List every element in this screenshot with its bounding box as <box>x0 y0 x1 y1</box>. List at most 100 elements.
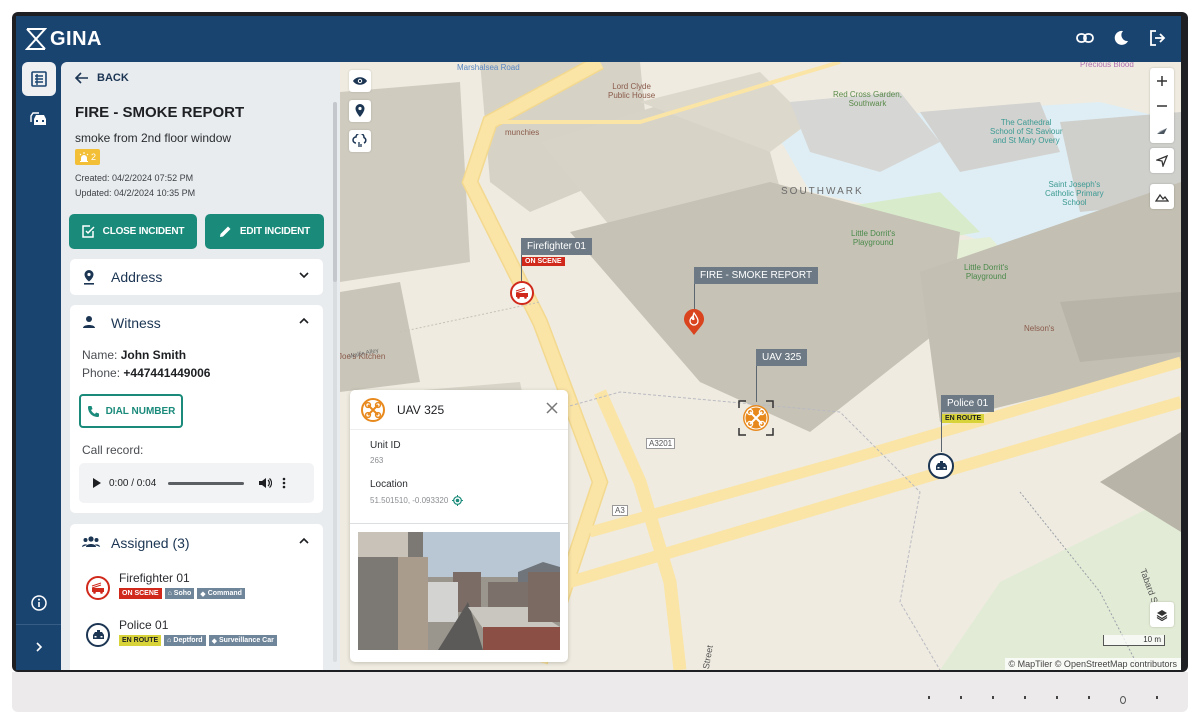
close-icon[interactable] <box>546 402 558 414</box>
volume-icon[interactable] <box>259 477 273 489</box>
unit-name: Firefighter 01 <box>119 571 190 585</box>
back-button[interactable]: BACK <box>75 72 129 84</box>
map-weather-button[interactable] <box>349 130 371 152</box>
rail-incidents-button[interactable] <box>22 62 56 96</box>
assigned-card-header[interactable]: Assigned (3) <box>70 525 323 561</box>
incident-marker-label: FIRE - SMOKE REPORT <box>694 267 819 284</box>
address-card: Address <box>70 259 323 295</box>
role-tag: ◆ Surveillance Car <box>208 635 277 646</box>
police-car-icon <box>86 623 110 647</box>
side-rail <box>16 62 61 670</box>
unit-id-label: Unit ID <box>370 440 401 451</box>
map-attribution[interactable]: © MapTiler © OpenStreetMap contributors <box>1004 658 1181 670</box>
address-card-header[interactable]: Address <box>70 259 323 295</box>
monitor-button <box>928 696 930 699</box>
arrow-left-icon <box>75 72 88 84</box>
dark-mode-icon[interactable] <box>1111 28 1131 48</box>
play-icon[interactable] <box>93 478 101 488</box>
status-badge: ON SCENE <box>119 588 162 599</box>
police-marker-label: Police 01 <box>941 395 995 412</box>
map-scale: 10 m <box>1103 635 1165 646</box>
poi-label: Nelson's <box>1024 324 1055 333</box>
poi-label: Precious Blood <box>1080 62 1134 69</box>
rail-divider <box>16 624 61 625</box>
police-car-icon <box>935 460 947 470</box>
witness-name: John Smith <box>120 348 187 362</box>
location-row: 51.501510, -0.093320 <box>370 495 464 506</box>
station-name: Soho <box>173 590 192 597</box>
incident-map-marker[interactable] <box>683 308 705 341</box>
popup-header: UAV 325 <box>350 390 568 430</box>
uav-camera-feed[interactable] <box>358 532 560 650</box>
firefighter-marker-status: ON SCENE <box>522 257 565 266</box>
compass-button[interactable] <box>1150 118 1174 143</box>
road-shield: A3201 <box>646 438 676 450</box>
unit-name: Police 01 <box>119 618 169 632</box>
locate-target-icon[interactable] <box>452 495 464 506</box>
popup-title: UAV 325 <box>397 403 445 417</box>
map-location-button[interactable] <box>349 100 371 122</box>
chevron-up-icon <box>299 317 309 324</box>
home-icon: ⌂ <box>167 590 172 597</box>
poi-label: munchies <box>505 128 540 137</box>
witness-phone: +447441449006 <box>123 366 211 380</box>
more-vert-icon[interactable] <box>282 477 286 489</box>
witness-name-label: Name: <box>82 348 118 362</box>
layers-icon <box>1156 609 1168 621</box>
audio-progress-bar[interactable] <box>168 481 245 485</box>
zoom-in-button[interactable] <box>1150 68 1174 93</box>
monitor-button <box>960 696 962 699</box>
locate-button[interactable] <box>1150 148 1174 173</box>
popup-divider <box>350 523 568 524</box>
firefighter-map-marker[interactable] <box>510 281 534 305</box>
edit-incident-button[interactable]: EDIT INCIDENT <box>205 214 324 249</box>
dial-number-button[interactable]: DIAL NUMBER <box>79 394 183 428</box>
group-icon <box>82 536 100 547</box>
zoom-out-button[interactable] <box>1150 93 1174 118</box>
home-icon: ⌂ <box>167 637 172 644</box>
zoom-control <box>1150 68 1174 143</box>
fire-pin-icon <box>684 309 704 335</box>
app-screen: GINA BACK FIRE - SMOKE REPORT smoke from… <box>16 16 1181 670</box>
link-icon[interactable] <box>1075 28 1095 48</box>
terrain-button[interactable] <box>1150 184 1174 209</box>
assigned-card: Assigned (3) Firefighter 01 ON SCENE ⌂ So… <box>70 524 323 670</box>
police-map-marker[interactable] <box>928 453 954 479</box>
created-timestamp: Created: 04/2/2024 07:52 PM <box>75 173 194 183</box>
panel-scrollbar-thumb[interactable] <box>333 102 337 282</box>
assigned-unit-item[interactable]: Firefighter 01 ON SCENE ⌂ Soho ◆ Command <box>86 571 245 600</box>
monitor-button <box>992 696 994 699</box>
info-icon <box>31 595 47 611</box>
dial-number-label: DIAL NUMBER <box>105 405 176 417</box>
rail-info-button[interactable] <box>22 586 56 620</box>
incident-list-icon <box>31 71 47 87</box>
chevron-down-icon <box>299 272 309 279</box>
layers-button[interactable] <box>1150 602 1174 627</box>
map-view[interactable]: Marshalsea Road Lord Clyde Public House … <box>340 62 1181 670</box>
fire-truck-icon <box>86 576 110 600</box>
witness-title: Witness <box>111 315 161 331</box>
terrain-control <box>1150 184 1174 209</box>
uav-map-marker[interactable] <box>738 400 774 436</box>
poi-label: Lord Clyde Public House <box>608 82 656 101</box>
person-icon <box>83 316 95 328</box>
compass-icon <box>1157 127 1167 134</box>
vehicles-icon <box>30 112 46 125</box>
close-incident-label: CLOSE INCIDENT <box>102 226 185 237</box>
rail-expand-button[interactable] <box>22 630 56 664</box>
navigation-arrow-icon <box>1156 154 1168 167</box>
road-label: Marshalsea Road <box>457 63 520 72</box>
logout-icon[interactable] <box>1147 28 1167 48</box>
rail-vehicles-button[interactable] <box>22 102 56 136</box>
top-bar: GINA <box>16 16 1181 62</box>
plus-icon <box>1157 75 1167 86</box>
witness-phone-label: Phone: <box>82 366 121 380</box>
map-visibility-button[interactable] <box>349 70 371 92</box>
assigned-unit-item[interactable]: Police 01 EN ROUTE ⌂ Deptford ◆ Surveillan… <box>86 618 277 647</box>
incident-description: smoke from 2nd floor window <box>75 131 232 145</box>
witness-card-header[interactable]: Witness <box>70 305 323 341</box>
app-name: GINA <box>50 27 102 50</box>
label-tag-icon: ◆ <box>211 637 217 645</box>
address-title: Address <box>111 269 163 285</box>
close-incident-button[interactable]: CLOSE INCIDENT <box>69 214 197 249</box>
